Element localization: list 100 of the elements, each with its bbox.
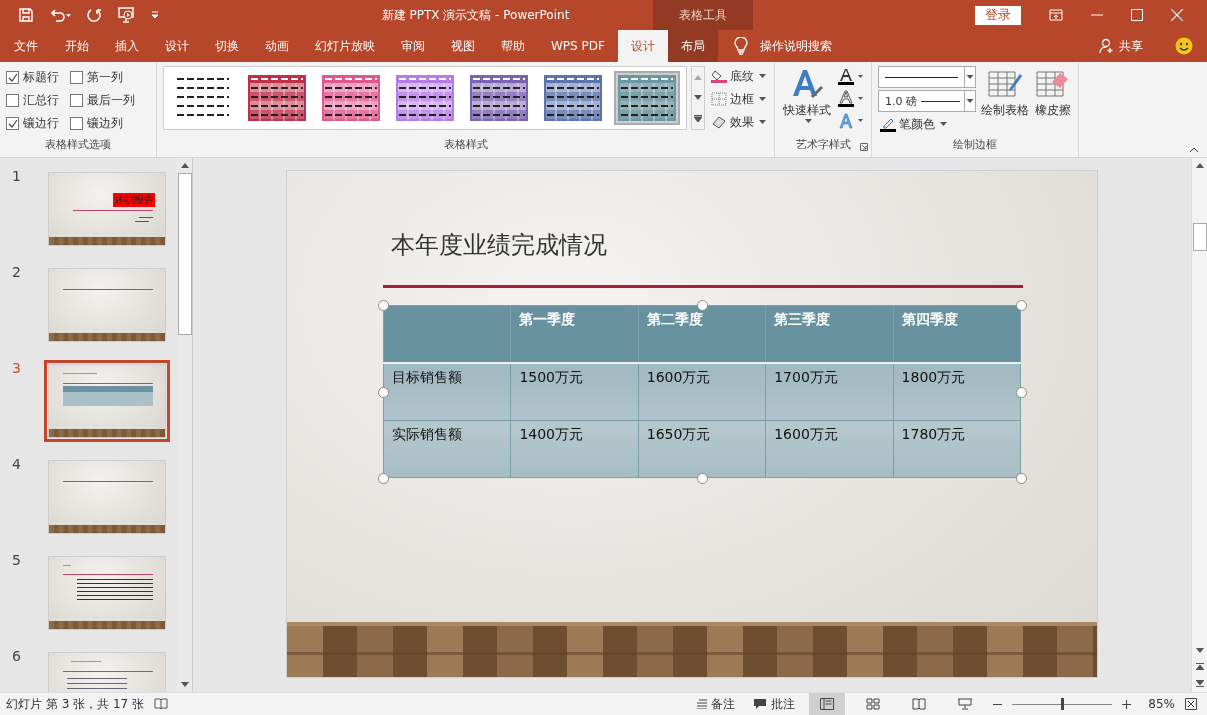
gallery-down-icon[interactable] <box>694 94 702 100</box>
table-cell: 实际销售额 <box>383 420 511 478</box>
context-tab-label: 表格工具 <box>653 0 753 30</box>
ribbon-tab[interactable]: WPS PDF <box>538 30 618 62</box>
person-add-icon[interactable] <box>1099 38 1115 54</box>
ribbon-tab[interactable]: 动画 <box>252 30 302 62</box>
text-fill-icon[interactable] <box>837 68 865 86</box>
resize-handle[interactable] <box>1016 473 1027 484</box>
ribbon-display-icon[interactable] <box>1049 9 1063 21</box>
slide-thumbnail[interactable] <box>48 364 166 438</box>
ribbon-tab[interactable]: 布局 <box>667 30 718 62</box>
resize-handle[interactable] <box>697 300 708 311</box>
pen-weight-dropdown[interactable]: 1.0 磅 <box>878 90 976 112</box>
caret-icon <box>965 99 975 103</box>
table-pencil-icon <box>988 68 1022 98</box>
ribbon-tab[interactable]: 帮助 <box>488 30 538 62</box>
table-cell: 1700万元 <box>765 363 894 421</box>
checkmark-icon <box>7 72 18 83</box>
next-slide-icon[interactable] <box>1195 680 1204 687</box>
group-label: 绘制边框 <box>952 137 998 153</box>
ribbon-tab[interactable]: 设计 <box>152 30 202 62</box>
scroll-thumb[interactable] <box>177 173 192 335</box>
eraser-shape-icon <box>711 115 727 129</box>
caret-icon <box>940 122 947 126</box>
share-button[interactable]: 共享 <box>1119 37 1143 55</box>
table-header-cell: 第四季度 <box>893 305 1021 363</box>
collapse-ribbon-icon[interactable] <box>1189 147 1199 153</box>
zoom-in-icon[interactable] <box>1122 699 1131 709</box>
table-cell: 1800万元 <box>893 363 1021 421</box>
scroll-down-icon[interactable] <box>180 682 189 687</box>
checkbox[interactable]: 汇总行 <box>6 91 70 110</box>
dialog-launcher-icon[interactable] <box>860 143 868 151</box>
login-button[interactable]: 登录 <box>975 5 1021 25</box>
customize-icon[interactable] <box>150 10 160 20</box>
redo-icon[interactable] <box>86 7 102 23</box>
pen-color-button[interactable]: 笔颜色 <box>878 114 976 134</box>
resize-handle[interactable] <box>1016 386 1027 398</box>
checkmark-icon <box>7 118 18 129</box>
slide-thumbnail[interactable] <box>48 460 166 534</box>
zoom-percentage[interactable]: 85% <box>1141 697 1175 711</box>
ribbon-tab[interactable]: 设计 <box>617 30 668 62</box>
ribbon-command[interactable]: 边框 <box>709 89 768 109</box>
resize-handle[interactable] <box>378 300 389 311</box>
group-label: 表格样式选项 <box>44 137 112 153</box>
resize-handle[interactable] <box>378 386 389 398</box>
notes-button[interactable]: 备注 <box>691 695 739 713</box>
comments-button[interactable]: 批注 <box>749 695 799 713</box>
pen-style-dropdown[interactable] <box>878 66 976 88</box>
normal-view-button[interactable] <box>809 693 845 715</box>
checkbox[interactable]: 镶边列 <box>70 114 150 133</box>
checkbox[interactable]: 标题行 <box>6 68 70 87</box>
data-table[interactable]: 第一季度 第二季度 第三季度 第四季度 目标销售额 1500万元 1600万元 1700万元 1800万元 实际销售额 1400万元 1650万元 1600万元 1780万元 <box>383 305 1021 478</box>
border-icon <box>711 92 727 106</box>
ribbon-tab[interactable]: 视图 <box>438 30 488 62</box>
previous-slide-icon[interactable] <box>1195 663 1204 670</box>
resize-handle[interactable] <box>378 473 389 484</box>
maximize-icon[interactable] <box>1131 9 1143 21</box>
slide-thumbnail[interactable]: 述职报告 <box>48 172 166 246</box>
draw-table-button[interactable]: 绘制表格 <box>980 66 1030 134</box>
quick-styles-button[interactable]: 快速样式 <box>781 66 833 130</box>
scroll-up-icon[interactable] <box>180 163 189 168</box>
scroll-thumb[interactable] <box>1192 223 1207 251</box>
scroll-up-icon[interactable] <box>1195 163 1204 168</box>
ribbon-tab[interactable]: 幻灯片放映 <box>302 30 388 62</box>
table-header-cell: 第三季度 <box>765 305 894 363</box>
ribbon-tab[interactable]: 审阅 <box>388 30 438 62</box>
caret-icon <box>804 119 812 123</box>
slide-number: 3 <box>11 360 22 376</box>
ribbon-tab[interactable]: 文件 <box>0 30 52 62</box>
checkbox[interactable]: 第一列 <box>70 68 150 87</box>
save-icon[interactable] <box>18 7 34 23</box>
close-icon[interactable] <box>1171 9 1183 21</box>
resize-handle[interactable] <box>697 473 708 484</box>
normal-view-icon <box>820 698 834 710</box>
text-outline-icon[interactable] <box>837 90 865 108</box>
ribbon-tab[interactable]: 切换 <box>202 30 252 62</box>
scroll-down-icon[interactable] <box>1195 648 1204 653</box>
gallery-more-icon[interactable] <box>694 114 702 122</box>
ribbon-tab[interactable]: 开始 <box>52 30 102 62</box>
ribbon-command[interactable]: 效果 <box>709 112 768 132</box>
ribbon-command[interactable]: 底纹 <box>709 66 768 86</box>
slideshow-icon[interactable] <box>116 6 136 24</box>
undo-icon[interactable] <box>48 7 72 23</box>
slide-scrollbar[interactable] <box>1191 158 1207 692</box>
window-title: 新建 PPTX 演示文稿 - PowerPoint <box>380 6 571 24</box>
ribbon-tab[interactable]: 插入 <box>102 30 152 62</box>
slide-thumbnail[interactable] <box>48 556 166 630</box>
checkbox[interactable]: 最后一列 <box>70 91 150 110</box>
smiley-icon[interactable] <box>1175 37 1193 55</box>
checkbox[interactable]: 镶边行 <box>6 114 70 133</box>
slide-thumbnail[interactable] <box>48 268 166 342</box>
table-cell: 1650万元 <box>638 420 766 478</box>
fit-to-window-icon[interactable] <box>1185 698 1197 710</box>
slide-number: 2 <box>11 264 22 280</box>
slide-title[interactable]: 本年度业绩完成情况 <box>383 229 1022 277</box>
resize-handle[interactable] <box>1016 300 1027 311</box>
spelling-icon[interactable] <box>154 698 168 710</box>
eraser-button[interactable]: 橡皮擦 <box>1034 66 1072 134</box>
slide-number: 6 <box>11 648 22 664</box>
tell-me-search[interactable]: 操作说明搜索 <box>759 37 832 55</box>
